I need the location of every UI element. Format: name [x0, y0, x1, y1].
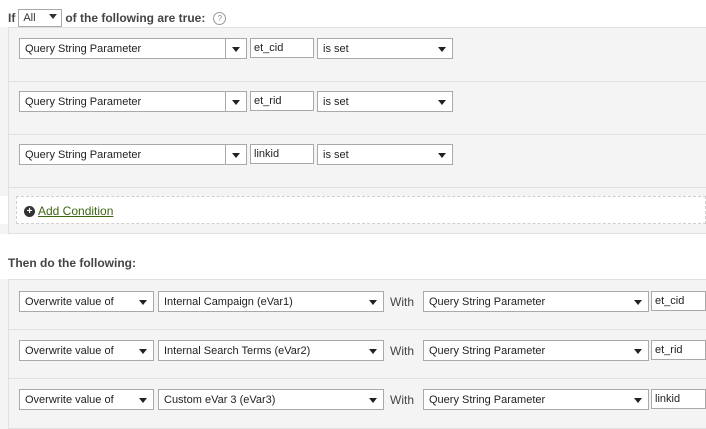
condition-operator-select[interactable]: is set — [317, 38, 453, 59]
action-select[interactable]: Overwrite value of — [19, 340, 154, 361]
row-divider — [9, 329, 706, 330]
param-input[interactable]: et_cid — [651, 291, 706, 311]
condition-operator-value: is set — [323, 42, 349, 55]
condition-value-input[interactable]: et_rid — [250, 91, 314, 111]
action-value: Overwrite value of — [25, 295, 114, 308]
chevron-down-icon — [634, 398, 642, 403]
condition-type-select[interactable]: Query String Parameter — [19, 91, 226, 112]
variable-value: Custom eVar 3 (eVar3) — [164, 393, 276, 406]
row-divider — [9, 187, 706, 188]
match-mode-select[interactable]: All — [18, 9, 63, 27]
left-gutter-white — [0, 196, 8, 224]
condition-value-text: et_cid — [254, 42, 284, 54]
add-condition-area — [16, 196, 706, 224]
variable-value: Internal Search Terms (eVar2) — [164, 344, 311, 357]
source-select[interactable]: Query String Parameter — [423, 291, 649, 312]
action-value: Overwrite value of — [25, 393, 114, 406]
condition-value-input[interactable]: et_cid — [250, 38, 314, 58]
variable-select[interactable]: Custom eVar 3 (eVar3) — [158, 389, 384, 410]
condition-type-select[interactable]: Query String Parameter — [19, 38, 226, 59]
source-value: Query String Parameter — [429, 393, 546, 406]
action-value: Overwrite value of — [25, 344, 114, 357]
with-label: With — [390, 344, 414, 358]
match-mode-value: All — [23, 12, 36, 24]
condition-operator-select[interactable]: is set — [317, 144, 453, 165]
condition-type-value: Query String Parameter — [25, 42, 142, 55]
header-suffix: of the following are true: — [65, 11, 206, 25]
row-divider — [9, 378, 706, 379]
chevron-down-icon — [369, 349, 377, 354]
if-label: If — [8, 11, 16, 25]
chevron-down-icon — [634, 349, 642, 354]
chevron-down-icon — [232, 47, 240, 52]
add-condition-link[interactable]: Add Condition — [38, 204, 113, 218]
condition-type-value: Query String Parameter — [25, 95, 142, 108]
plus-circle-icon: + — [24, 205, 35, 217]
condition-header: If All of the following are true: ? — [8, 9, 227, 27]
param-text: linkid — [655, 393, 681, 405]
variable-select[interactable]: Internal Search Terms (eVar2) — [158, 340, 384, 361]
param-input[interactable]: linkid — [651, 389, 706, 409]
condition-value-text: et_rid — [254, 95, 282, 107]
param-input[interactable]: et_rid — [651, 340, 706, 360]
chevron-down-icon — [232, 153, 240, 158]
condition-operator-value: is set — [323, 148, 349, 161]
chevron-down-icon — [139, 349, 147, 354]
help-circle-icon[interactable]: ? — [213, 11, 227, 25]
chevron-down-icon — [139, 398, 147, 403]
source-select[interactable]: Query String Parameter — [423, 389, 649, 410]
action-select[interactable]: Overwrite value of — [19, 291, 154, 312]
condition-value-input[interactable]: linkid — [250, 144, 314, 164]
condition-type-dropdown-button[interactable] — [225, 38, 247, 59]
with-label: With — [390, 393, 414, 407]
chevron-down-icon — [634, 300, 642, 305]
row-divider — [9, 134, 706, 135]
chevron-down-icon — [49, 14, 58, 19]
condition-type-value: Query String Parameter — [25, 148, 142, 161]
then-label: Then do the following: — [8, 256, 136, 270]
chevron-down-icon — [369, 300, 377, 305]
condition-type-dropdown-button[interactable] — [225, 91, 247, 112]
chevron-down-icon — [438, 47, 446, 52]
chevron-down-icon — [232, 100, 240, 105]
condition-type-select[interactable]: Query String Parameter — [19, 144, 226, 165]
chevron-down-icon — [369, 398, 377, 403]
source-value: Query String Parameter — [429, 295, 546, 308]
condition-operator-value: is set — [323, 95, 349, 108]
action-select[interactable]: Overwrite value of — [19, 389, 154, 410]
condition-type-dropdown-button[interactable] — [225, 144, 247, 165]
param-text: et_cid — [655, 295, 685, 307]
condition-operator-select[interactable]: is set — [317, 91, 453, 112]
param-text: et_rid — [655, 344, 683, 356]
condition-value-text: linkid — [254, 148, 280, 160]
chevron-down-icon — [438, 100, 446, 105]
chevron-down-icon — [438, 153, 446, 158]
source-value: Query String Parameter — [429, 344, 546, 357]
row-divider — [9, 81, 706, 82]
variable-select[interactable]: Internal Campaign (eVar1) — [158, 291, 384, 312]
source-select[interactable]: Query String Parameter — [423, 340, 649, 361]
left-gutter — [0, 279, 8, 429]
add-condition-button[interactable]: + Add Condition — [24, 203, 113, 219]
chevron-down-icon — [139, 300, 147, 305]
with-label: With — [390, 295, 414, 309]
variable-value: Internal Campaign (eVar1) — [164, 295, 293, 308]
